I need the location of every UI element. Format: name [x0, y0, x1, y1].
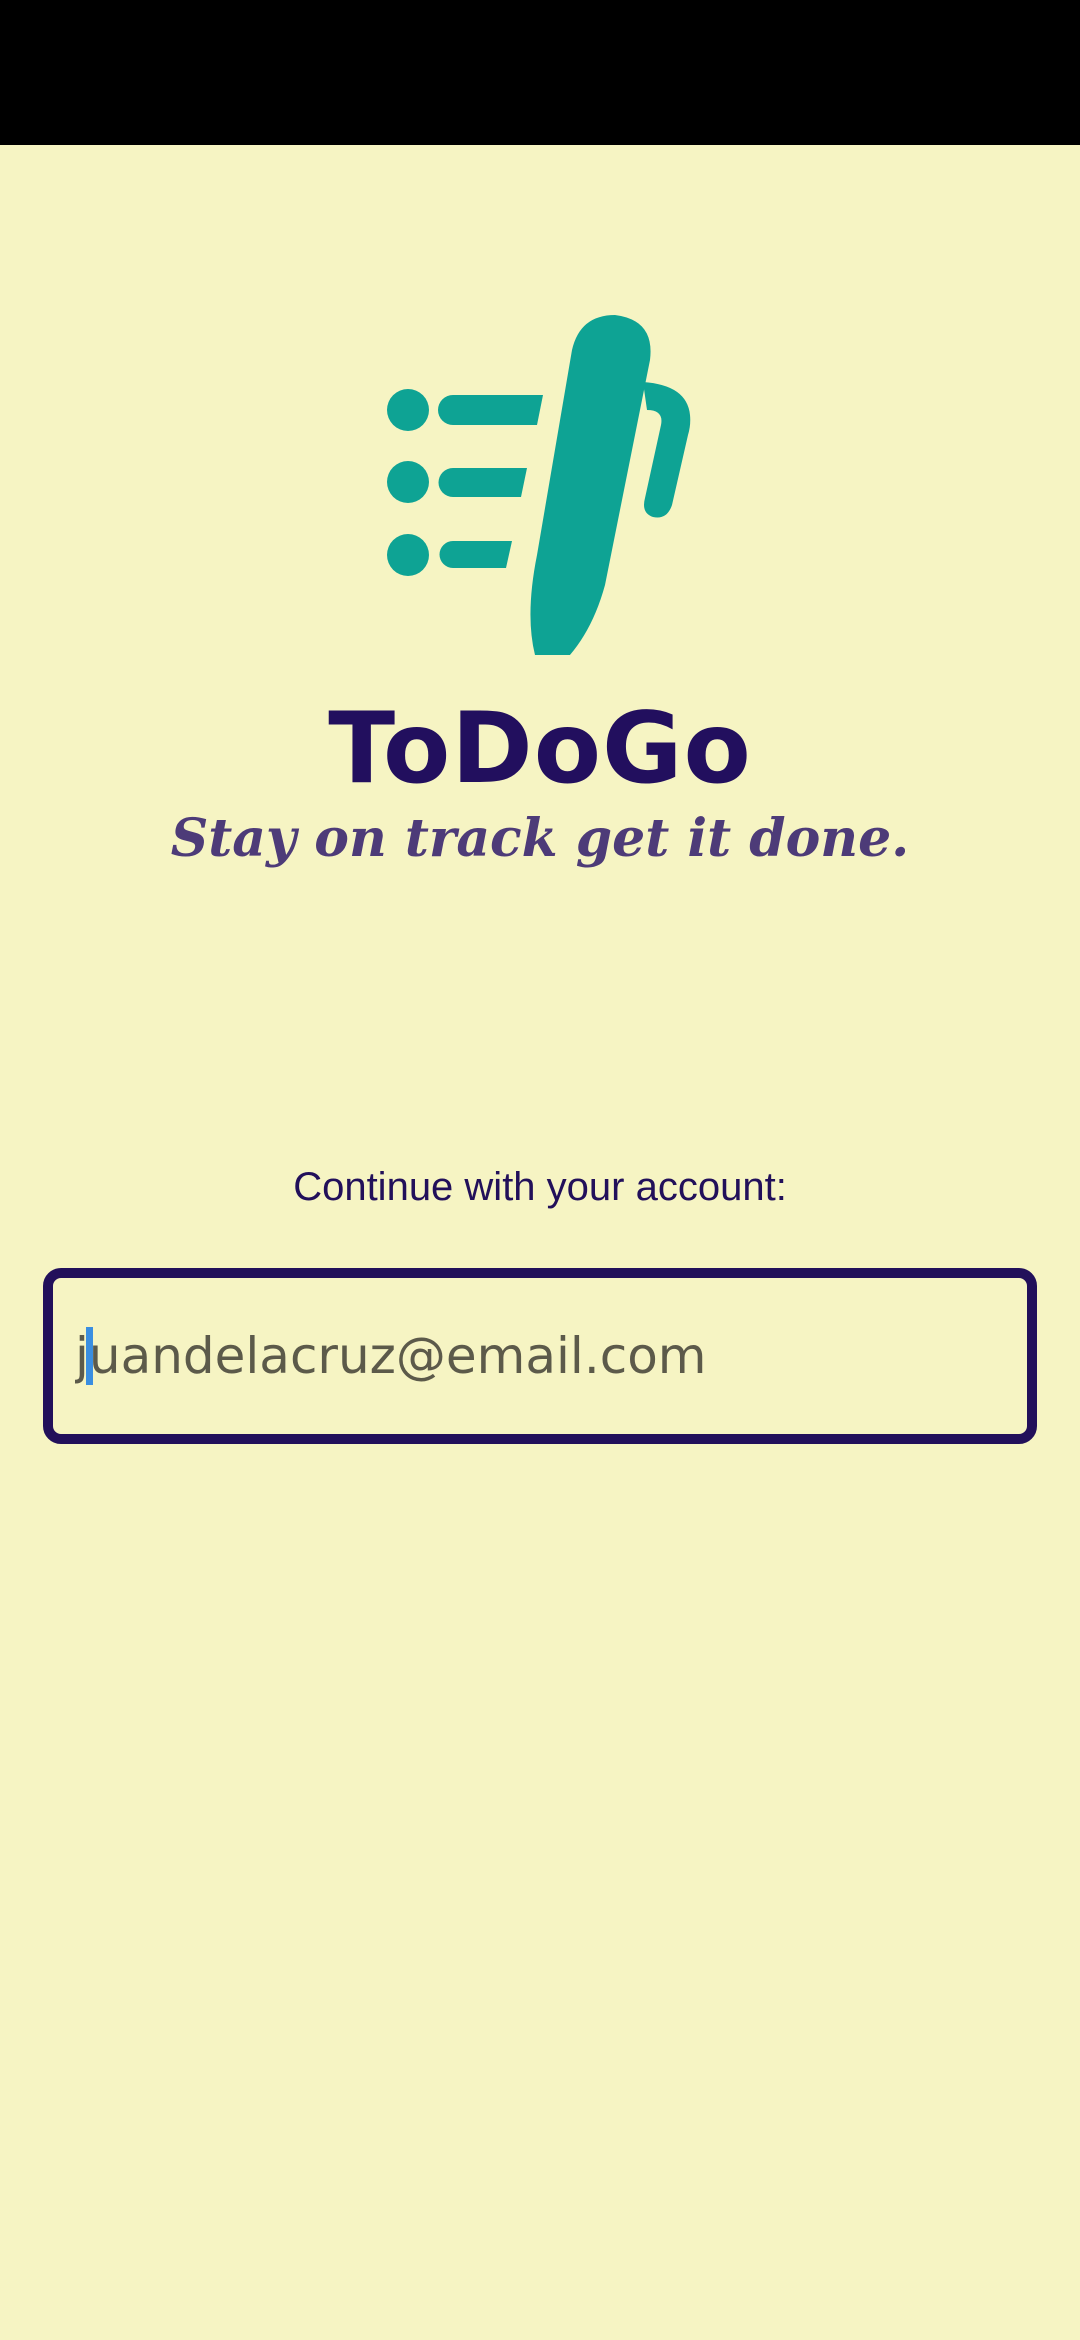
text-cursor — [86, 1327, 93, 1385]
email-input[interactable] — [75, 1316, 1005, 1396]
app-title: ToDoGo — [328, 692, 752, 806]
checklist-pen-icon — [387, 315, 691, 655]
email-field[interactable] — [43, 1268, 1037, 1444]
login-screen: ToDoGo Stay on track get it done. Contin… — [0, 145, 1080, 2340]
continue-prompt: Continue with your account: — [293, 1165, 787, 1209]
status-bar — [0, 0, 1080, 145]
app-tagline: Stay on track get it done. — [170, 808, 910, 869]
